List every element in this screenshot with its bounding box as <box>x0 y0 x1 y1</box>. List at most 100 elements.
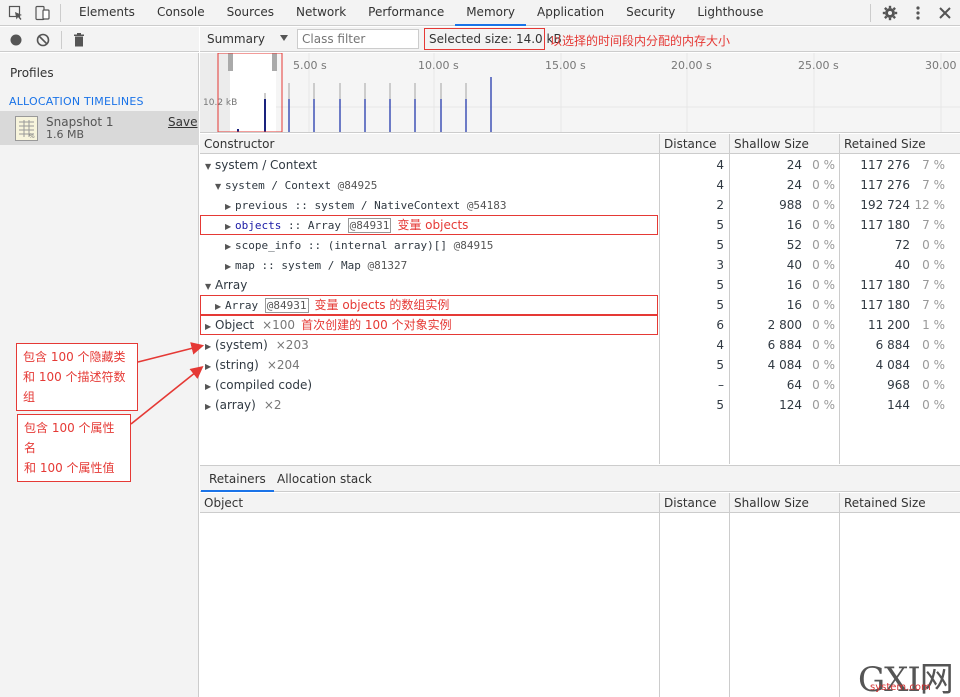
shallow-pct-cell: 0 % <box>812 278 835 292</box>
collapsed-triangle-icon[interactable]: ▶ <box>205 357 215 377</box>
view-select[interactable]: Summary <box>207 32 265 46</box>
retained-size-cell: 117 180 <box>860 278 910 292</box>
collapsed-triangle-icon[interactable]: ▶ <box>205 337 215 357</box>
timeline-y-label: 10.2 kB <box>203 98 237 108</box>
instance-count: ×203 <box>275 338 309 352</box>
retained-pct-cell: 0 % <box>922 238 945 252</box>
constructor-cell: ▶ previous :: system / NativeContext @541… <box>225 195 507 215</box>
timeline-allocation-bar <box>389 99 391 132</box>
expanded-triangle-icon[interactable]: ▼ <box>205 277 215 297</box>
expanded-triangle-icon[interactable]: ▼ <box>215 177 225 197</box>
table-row[interactable]: ▶ map :: system / Map @81327 3 40 0 % 40 0 % <box>200 255 960 275</box>
table-row[interactable]: ▼ system / Context 4 24 0 % 117 276 7 % <box>200 155 960 175</box>
tab-security[interactable]: Security <box>615 0 686 26</box>
retained-size-cell: 117 276 <box>860 178 910 192</box>
tab-memory[interactable]: Memory <box>455 0 527 26</box>
more-options-icon[interactable] <box>910 5 926 21</box>
allocation-timeline[interactable]: 5.00 s 10.00 s 15.00 s 20.00 s 25.00 s 30.00 … <box>200 53 960 133</box>
table-row[interactable]: ▶ (array) ×2 5 124 0 % 144 0 % <box>200 395 960 415</box>
table-row[interactable]: ▼ system / Context @84925 4 24 0 % 117 276 7 % <box>200 175 960 195</box>
column-header-constructor[interactable]: Constructor <box>200 134 659 154</box>
distance-cell: 5 <box>716 218 724 232</box>
tab-performance[interactable]: Performance <box>357 0 455 26</box>
inspect-element-icon[interactable] <box>8 5 24 21</box>
selection-handle-left[interactable] <box>228 53 233 71</box>
tab-sources[interactable]: Sources <box>216 0 285 26</box>
column-divider <box>659 493 660 697</box>
timeline-allocation-bar <box>288 99 290 132</box>
retainers-grid: Object Distance Shallow Size Retained Si… <box>200 493 960 697</box>
retained-size-cell: 4 084 <box>875 358 910 372</box>
tab-retainers[interactable]: Retainers <box>201 466 274 492</box>
row-highlight-box <box>200 295 658 315</box>
collapsed-triangle-icon[interactable]: ▶ <box>225 237 235 257</box>
property-name: previous <box>235 199 288 212</box>
collapsed-triangle-icon[interactable]: ▶ <box>225 197 235 217</box>
heap-summary-grid: Constructor Distance Shallow Size Retain… <box>200 134 960 464</box>
object-id-space <box>331 179 338 192</box>
collapsed-triangle-icon[interactable]: ▶ <box>205 397 215 417</box>
trash-icon[interactable] <box>71 32 87 48</box>
property-separator: :: <box>287 199 315 212</box>
table-row[interactable]: ▼ Array 5 16 0 % 117 180 7 % <box>200 275 960 295</box>
column-divider <box>839 493 840 697</box>
column-header-object[interactable]: Object <box>200 493 659 513</box>
clear-icon[interactable] <box>35 32 51 48</box>
tab-network[interactable]: Network <box>285 0 357 26</box>
expanded-triangle-icon[interactable]: ▼ <box>205 157 215 177</box>
shallow-size-cell: 16 <box>786 218 802 232</box>
retained-size-cell: 192 724 <box>860 198 910 212</box>
shallow-pct-cell: 0 % <box>812 338 835 352</box>
class-filter-input[interactable] <box>297 29 419 49</box>
selection-handle-right[interactable] <box>272 53 277 71</box>
timeline-tick-label: 20.00 s <box>671 59 712 72</box>
distance-cell: – <box>718 378 724 392</box>
tab-elements[interactable]: Elements <box>68 0 146 26</box>
column-header-retained-size[interactable]: Retained Size <box>840 134 960 154</box>
settings-gear-icon[interactable] <box>882 5 898 21</box>
panel-tabs: Elements Console Sources Network Performance… <box>68 0 775 26</box>
property-name: scope_info <box>235 239 302 252</box>
chevron-down-icon[interactable] <box>280 35 288 41</box>
snapshot-item[interactable]: % Snapshot 1 1.6 MB Save <box>0 111 199 145</box>
timeline-freed-bar <box>389 83 391 99</box>
retained-size-cell: 6 884 <box>875 338 910 352</box>
column-header-distance[interactable]: Distance <box>660 134 729 154</box>
object-id-space <box>460 199 467 212</box>
table-row[interactable]: ▶ (string) ×204 5 4 084 0 % 4 084 0 % <box>200 355 960 375</box>
table-row[interactable]: ▶ (system) ×203 4 6 884 0 % 6 884 0 % <box>200 335 960 355</box>
collapsed-triangle-icon[interactable]: ▶ <box>205 377 215 397</box>
table-row[interactable]: ▶ scope_info :: (internal array)[] @84915… <box>200 235 960 255</box>
table-row[interactable]: ▶ (compiled code) – 64 0 % 968 0 % <box>200 375 960 395</box>
shallow-size-cell: 24 <box>786 178 802 192</box>
device-toolbar-icon[interactable] <box>34 5 50 21</box>
constructor-name: (compiled code) <box>215 378 313 392</box>
table-row[interactable]: ▶ previous :: system / NativeContext @541… <box>200 195 960 215</box>
constructor-name: (array) <box>215 398 256 412</box>
tab-console[interactable]: Console <box>146 0 216 26</box>
tabbar-separator <box>60 4 61 22</box>
record-icon[interactable] <box>8 32 24 48</box>
tab-application[interactable]: Application <box>526 0 615 26</box>
collapsed-triangle-icon[interactable]: ▶ <box>225 257 235 277</box>
tab-allocation-stack[interactable]: Allocation stack <box>269 466 380 492</box>
constructor-cell: ▼ system / Context <box>205 155 317 175</box>
retained-size-cell: 40 <box>894 258 910 272</box>
retained-pct-cell: 7 % <box>922 218 945 232</box>
constructor-name: (string) <box>215 358 259 372</box>
tab-lighthouse[interactable]: Lighthouse <box>686 0 774 26</box>
column-header-retained-size[interactable]: Retained Size <box>840 493 960 513</box>
timeline-selection-window[interactable] <box>230 53 276 133</box>
column-header-distance[interactable]: Distance <box>660 493 729 513</box>
close-icon[interactable] <box>937 5 953 21</box>
snapshot-save-link[interactable]: Save <box>168 115 197 129</box>
retained-pct-cell: 1 % <box>922 318 945 332</box>
column-header-shallow-size[interactable]: Shallow Size <box>730 493 839 513</box>
callout-hidden-classes: 包含 100 个隐藏类 和 100 个描述符数组 <box>16 343 138 411</box>
constructor-cell: ▶ scope_info :: (internal array)[] @84915 <box>225 235 493 255</box>
constructor-name: Array <box>215 278 248 292</box>
shallow-pct-cell: 0 % <box>812 158 835 172</box>
column-header-shallow-size[interactable]: Shallow Size <box>730 134 839 154</box>
retained-pct-cell: 12 % <box>914 198 946 212</box>
timeline-allocation-bar <box>264 99 266 132</box>
